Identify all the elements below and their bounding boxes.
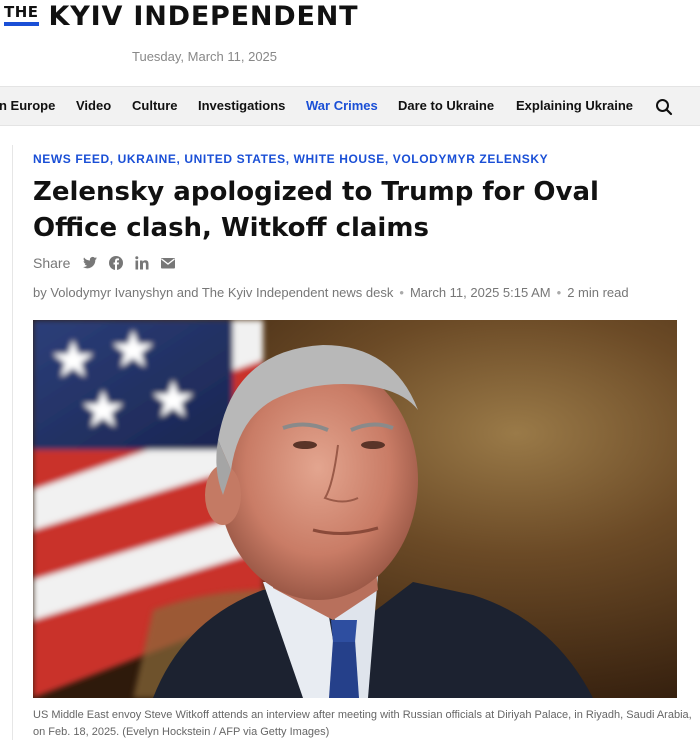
byline-read-time: 2 min read: [567, 285, 629, 300]
nav-item-war-crimes[interactable]: War Crimes: [306, 98, 378, 113]
tag-separator: ,: [384, 152, 393, 166]
byline-separator: •: [556, 285, 562, 300]
site-header: THE KYIV INDEPENDENT Tuesday, March 11, …: [0, 0, 700, 86]
current-date: Tuesday, March 11, 2025: [132, 49, 278, 64]
tag-news-feed[interactable]: NEWS FEED: [33, 152, 110, 166]
tag-united-states[interactable]: UNITED STATES: [184, 152, 285, 166]
main-nav: n Europe Video Culture Investigations Wa…: [0, 86, 700, 126]
share-label: Share: [33, 255, 71, 271]
linkedin-icon[interactable]: [134, 255, 150, 271]
email-icon[interactable]: [160, 255, 176, 271]
tag-volodymyr-zelensky[interactable]: VOLODYMYR ZELENSKY: [393, 152, 548, 166]
article-tags: NEWS FEED, UKRAINE, UNITED STATES, WHITE…: [33, 152, 548, 166]
tag-white-house[interactable]: WHITE HOUSE: [294, 152, 385, 166]
twitter-icon[interactable]: [82, 255, 98, 271]
nav-item-europe[interactable]: n Europe: [0, 98, 55, 113]
facebook-icon[interactable]: [108, 255, 124, 271]
byline-authors[interactable]: by Volodymyr Ivanyshyn and The Kyiv Inde…: [33, 285, 393, 300]
nav-item-video[interactable]: Video: [76, 98, 111, 113]
nav-item-dare-to-ukraine[interactable]: Dare to Ukraine: [398, 98, 494, 113]
article-byline: by Volodymyr Ivanyshyn and The Kyiv Inde…: [33, 285, 629, 300]
logo-name: KYIV INDEPENDENT: [48, 1, 359, 32]
article-headline: Zelensky apologized to Trump for Oval Of…: [33, 177, 599, 243]
byline-date: March 11, 2025 5:15 AM: [409, 285, 551, 300]
tag-ukraine[interactable]: UKRAINE: [118, 152, 177, 166]
site-logo[interactable]: THE KYIV INDEPENDENT: [4, 2, 358, 34]
article-hero-image: [33, 320, 677, 698]
share-bar: Share: [33, 253, 176, 273]
nav-item-culture[interactable]: Culture: [132, 98, 178, 113]
portrait-photo: [33, 320, 677, 698]
tag-separator: ,: [285, 152, 294, 166]
image-caption: US Middle East envoy Steve Witkoff atten…: [33, 709, 692, 738]
search-icon[interactable]: [655, 98, 673, 116]
byline-separator: •: [399, 285, 404, 300]
article: NEWS FEED, UKRAINE, UNITED STATES, WHITE…: [12, 145, 700, 740]
nav-item-investigations[interactable]: Investigations: [198, 98, 285, 113]
nav-item-explaining-ukraine[interactable]: Explaining Ukraine: [516, 98, 633, 113]
tag-separator: ,: [109, 152, 118, 166]
logo-the: THE: [4, 3, 39, 26]
